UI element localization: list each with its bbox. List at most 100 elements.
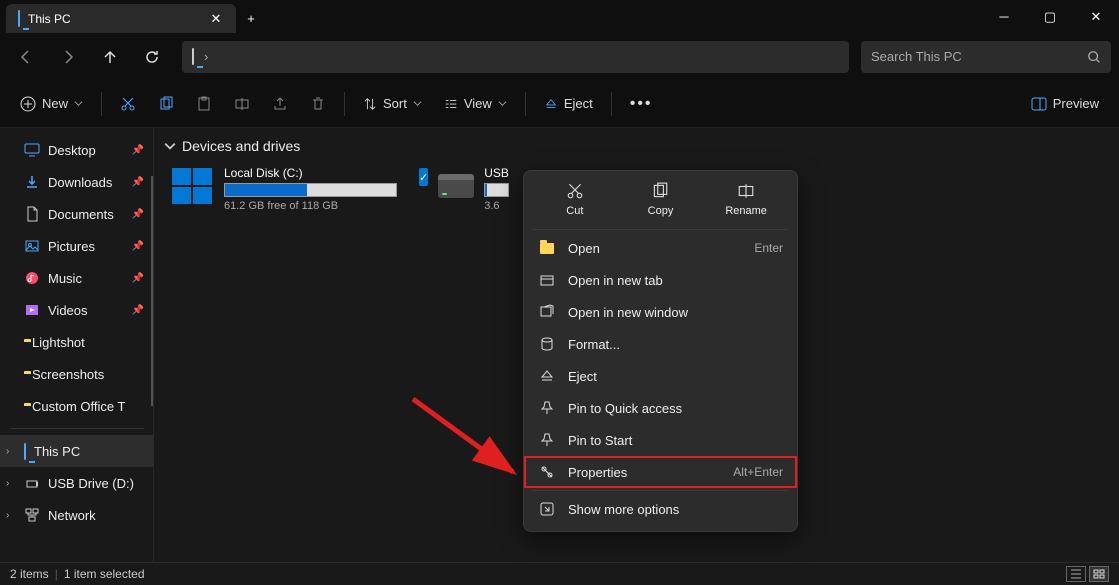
ctx-item-label: Pin to Quick access [568, 401, 682, 416]
pin-icon: 📌 [132, 145, 144, 156]
new-icon [20, 96, 36, 112]
sidebar-item-downloads[interactable]: Downloads📌 [0, 166, 154, 198]
status-selected: 1 item selected [64, 567, 145, 581]
maximize-button[interactable]: ▢ [1027, 0, 1073, 33]
forward-button[interactable] [50, 41, 86, 73]
new-button[interactable]: New [10, 87, 93, 121]
pc-icon [18, 11, 20, 26]
copy-icon [650, 181, 670, 201]
preview-label: Preview [1053, 96, 1099, 111]
drive-usage-bar [224, 183, 397, 197]
new-tab-button[interactable]: + [236, 4, 266, 33]
refresh-button[interactable] [134, 41, 170, 73]
paste-button[interactable] [186, 87, 222, 121]
sidebar-scrollbar[interactable] [151, 176, 153, 406]
download-icon [24, 174, 40, 190]
more-button[interactable]: ••• [620, 87, 663, 121]
chevron-right-icon[interactable]: › [6, 478, 9, 489]
ctx-item-label: Eject [568, 369, 597, 384]
up-button[interactable] [92, 41, 128, 73]
ctx-item-label: Format... [568, 337, 620, 352]
share-icon [272, 96, 288, 112]
sidebar-item-custom-office-t[interactable]: Custom Office T [0, 390, 154, 422]
chevron-right-icon[interactable]: › [6, 510, 9, 521]
section-title: Devices and drives [182, 138, 300, 154]
eject-button[interactable]: Eject [534, 87, 603, 121]
drive-checkbox[interactable]: ✓ [419, 168, 428, 186]
search-placeholder: Search This PC [871, 49, 1087, 64]
search-input[interactable]: Search This PC [861, 41, 1111, 73]
drive-item[interactable]: Local Disk (C:)61.2 GB free of 118 GB [166, 162, 401, 216]
sidebar-item-desktop[interactable]: Desktop📌 [0, 134, 154, 166]
ctx-item-label: Pin to Start [568, 433, 632, 448]
drive-icon [438, 166, 474, 206]
sidebar-item-lightshot[interactable]: Lightshot [0, 326, 154, 358]
sidebar-item-label: Videos [48, 303, 88, 318]
details-view-button[interactable] [1066, 566, 1086, 582]
sidebar-item-screenshots[interactable]: Screenshots [0, 358, 154, 390]
pin-icon: 📌 [132, 177, 144, 188]
tree-item-usb-drive-d-[interactable]: › USB Drive (D:) [0, 467, 154, 499]
drive-item[interactable]: ✓ USB 3.6 [415, 162, 510, 216]
cut-icon [565, 181, 585, 201]
search-icon [1087, 50, 1101, 64]
sidebar-item-videos[interactable]: Videos📌 [0, 294, 154, 326]
share-button[interactable] [262, 87, 298, 121]
paste-icon [196, 96, 212, 112]
eject-icon [538, 367, 556, 385]
sort-icon [363, 97, 377, 111]
sidebar-item-documents[interactable]: Documents📌 [0, 198, 154, 230]
pin-icon: 📌 [132, 241, 144, 252]
close-window-button[interactable]: ✕ [1073, 0, 1119, 33]
view-icon [444, 97, 458, 111]
minimize-button[interactable]: ─ [981, 0, 1027, 33]
sidebar: Desktop📌Downloads📌Documents📌Pictures📌Mus… [0, 128, 154, 569]
ctx-item-properties[interactable]: PropertiesAlt+Enter [524, 456, 797, 488]
cut-button[interactable] [110, 87, 146, 121]
pin-icon [538, 399, 556, 417]
ctx-top-label: Copy [648, 205, 674, 217]
address-bar[interactable]: › [182, 41, 849, 73]
drive-name: Local Disk (C:) [224, 166, 397, 180]
ctx-item-open-in-new-window[interactable]: Open in new window [524, 296, 797, 328]
section-header[interactable]: Devices and drives [164, 138, 1107, 154]
ctx-rename-button[interactable]: Rename [718, 181, 774, 217]
drive-free-text: 3.6 [484, 200, 509, 212]
sidebar-item-pictures[interactable]: Pictures📌 [0, 230, 154, 262]
chevron-right-icon[interactable]: › [6, 446, 9, 457]
window-tab[interactable]: This PC ✕ [6, 4, 236, 33]
sort-button[interactable]: Sort [353, 87, 432, 121]
breadcrumb-chevron[interactable]: › [204, 49, 208, 64]
ctx-top-label: Rename [725, 205, 767, 217]
tree-item-network[interactable]: ›Network [0, 499, 154, 531]
ctx-item-label: Open in new tab [568, 273, 663, 288]
chevron-down-icon [413, 99, 422, 108]
sidebar-item-music[interactable]: Music📌 [0, 262, 154, 294]
ctx-item-pin-to-quick-access[interactable]: Pin to Quick access [524, 392, 797, 424]
view-button[interactable]: View [434, 87, 517, 121]
ctx-item-show-more-options[interactable]: Show more options [524, 493, 797, 525]
icons-view-button[interactable] [1089, 566, 1109, 582]
ctx-cut-button[interactable]: Cut [547, 181, 603, 217]
copy-icon [158, 96, 174, 112]
ctx-item-pin-to-start[interactable]: Pin to Start [524, 424, 797, 456]
titlebar: This PC ✕ + ─ ▢ ✕ [0, 0, 1119, 33]
ctx-item-open[interactable]: OpenEnter [524, 232, 797, 264]
rename-icon [736, 181, 756, 201]
ctx-copy-button[interactable]: Copy [632, 181, 688, 217]
ctx-item-eject[interactable]: Eject [524, 360, 797, 392]
ctx-item-open-in-new-tab[interactable]: Open in new tab [524, 264, 797, 296]
copy-button[interactable] [148, 87, 184, 121]
delete-button[interactable] [300, 87, 336, 121]
window-controls: ─ ▢ ✕ [981, 0, 1119, 33]
tab-close-button[interactable]: ✕ [208, 11, 224, 27]
drive-usage-bar [484, 183, 509, 197]
drive-name: USB [484, 166, 509, 180]
tree-item-label: USB Drive (D:) [48, 476, 134, 491]
ctx-shortcut: Alt+Enter [733, 465, 783, 479]
rename-button[interactable] [224, 87, 260, 121]
ctx-item-format-[interactable]: Format... [524, 328, 797, 360]
preview-button[interactable]: Preview [1021, 87, 1109, 121]
back-button[interactable] [8, 41, 44, 73]
tree-item-this-pc[interactable]: ›This PC [0, 435, 154, 467]
